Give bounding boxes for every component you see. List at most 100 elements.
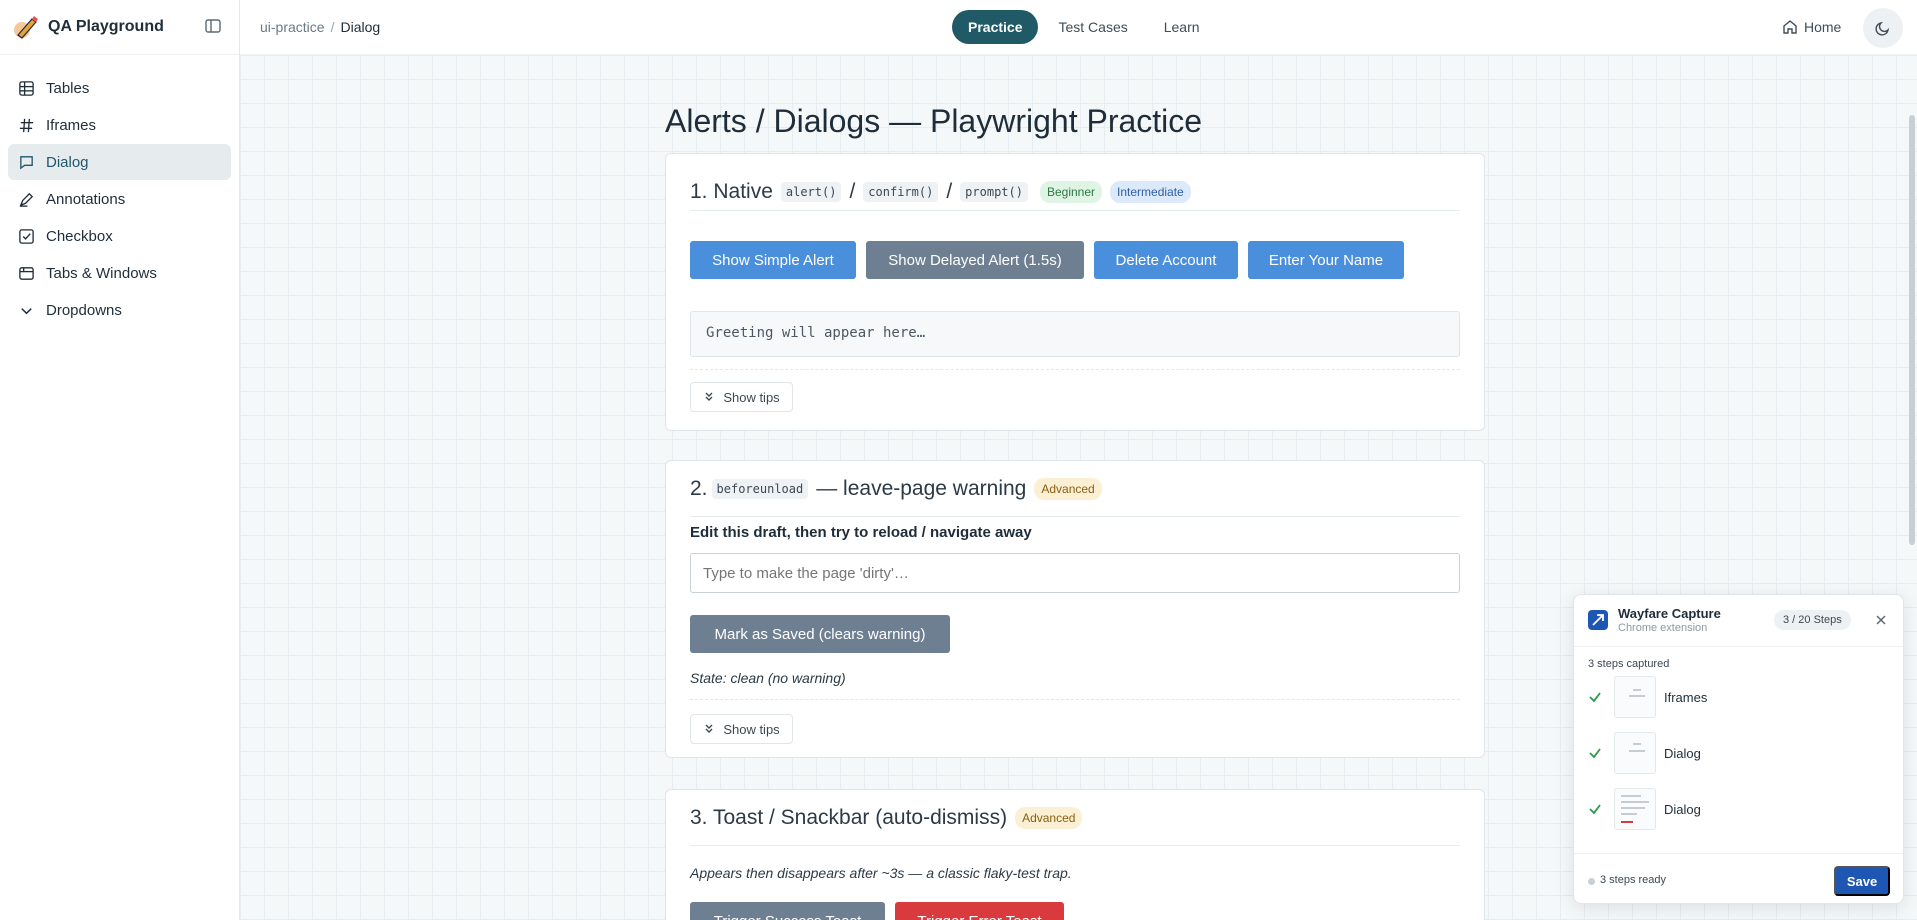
- greeting-output: Greeting will appear here…: [690, 311, 1460, 357]
- checkbox-icon: [19, 228, 34, 244]
- state-text: State: clean (no warning): [690, 670, 846, 686]
- badge-intermediate: Intermediate: [1110, 181, 1191, 203]
- top-bar: ui-practice / Dialog Practice Test Cases L…: [240, 0, 1917, 55]
- step-thumbnail: [1614, 676, 1656, 718]
- step-count-badge: 3 / 20 Steps: [1774, 610, 1851, 630]
- draft-input[interactable]: [690, 553, 1460, 593]
- captured-step[interactable]: Dialog: [1588, 731, 1888, 775]
- captured-step[interactable]: Dialog: [1588, 787, 1888, 831]
- sidebar-item-label: Tabs & Windows: [46, 264, 157, 282]
- chevrons-down-icon: [705, 724, 713, 733]
- page-scrollbar[interactable]: [1909, 115, 1915, 545]
- page-title: Alerts / Dialogs — Playwright Practice: [665, 103, 1203, 139]
- mark-as-saved-button[interactable]: Mark as Saved (clears warning): [690, 615, 950, 653]
- sidebar-item-tabs-windows[interactable]: Tabs & Windows: [8, 255, 231, 291]
- slash-separator: /: [946, 180, 953, 203]
- extension-logo-icon: [1588, 610, 1608, 630]
- browser-window-icon: [19, 266, 34, 280]
- table-icon: [19, 80, 34, 96]
- section-heading: 3. Toast / Snackbar (auto-dismiss) Advan…: [690, 790, 1460, 846]
- code-alert: alert(): [780, 182, 842, 202]
- top-nav-tabs: Practice Test Cases Learn: [952, 10, 1220, 44]
- trigger-success-toast-button[interactable]: Trigger Success Toast: [690, 902, 885, 920]
- draft-field-label: Edit this draft, then try to reload / na…: [690, 524, 1032, 541]
- extension-subtitle: Chrome extension: [1618, 622, 1708, 634]
- sidebar-nav: Tables Iframes Dialog Annotations Checkb…: [0, 55, 239, 328]
- sidebar-item-label: Iframes: [46, 116, 97, 134]
- extension-footer: 3 steps ready Save: [1574, 853, 1903, 903]
- tab-learn[interactable]: Learn: [1148, 10, 1216, 44]
- toast-description: Appears then disappears after ~3s — a cl…: [690, 865, 1072, 881]
- show-tips-button[interactable]: Show tips: [690, 382, 793, 412]
- sidebar-item-label: Dropdowns: [46, 301, 122, 319]
- step-thumbnail: [1614, 788, 1656, 830]
- home-icon: [1783, 20, 1797, 34]
- sidebar-item-label: Annotations: [46, 190, 126, 208]
- moon-icon: [1875, 21, 1890, 36]
- sidebar-item-label: Dialog: [46, 153, 89, 171]
- divider: [690, 699, 1460, 700]
- code-beforeunload: beforeunload: [711, 478, 809, 499]
- show-simple-alert-button[interactable]: Show Simple Alert: [690, 241, 856, 279]
- section-number: 2.: [690, 476, 708, 500]
- section-number: 1. Native: [690, 180, 773, 203]
- slash-separator: /: [849, 180, 856, 203]
- code-confirm: confirm(): [863, 182, 939, 202]
- sidebar-item-label: Checkbox: [46, 227, 113, 245]
- step-label: Dialog: [1664, 745, 1701, 761]
- section-beforeunload: 2. beforeunload — leave-page warning Adv…: [665, 460, 1485, 758]
- app-name: QA Playground: [48, 18, 164, 35]
- check-icon: [1589, 692, 1601, 703]
- code-prompt: prompt(): [960, 182, 1028, 202]
- section-toast: 3. Toast / Snackbar (auto-dismiss) Advan…: [665, 789, 1485, 920]
- divider: [690, 369, 1460, 370]
- section-heading: 1. Native alert() / confirm() / prompt()…: [690, 154, 1460, 211]
- ready-status: 3 steps ready: [1600, 874, 1667, 886]
- sidebar-item-iframes[interactable]: Iframes: [8, 107, 231, 143]
- section-heading: 2. beforeunload — leave-page warning Adv…: [690, 461, 1460, 517]
- breadcrumb: ui-practice / Dialog: [260, 19, 380, 35]
- captured-step[interactable]: Iframes: [1588, 675, 1888, 719]
- breadcrumb-current: Dialog: [340, 19, 381, 35]
- save-button[interactable]: Save: [1834, 866, 1890, 896]
- home-link[interactable]: Home: [1782, 19, 1841, 35]
- breadcrumb-separator: /: [330, 19, 335, 35]
- badge-beginner: Beginner: [1039, 181, 1103, 203]
- sidebar-item-dropdowns[interactable]: Dropdowns: [8, 292, 231, 328]
- sidebar-item-label: Tables: [46, 79, 90, 97]
- step-thumbnail: [1614, 732, 1656, 774]
- badge-advanced: Advanced: [1034, 477, 1102, 500]
- hash-icon: [19, 118, 34, 132]
- delete-account-button[interactable]: Delete Account: [1094, 241, 1238, 279]
- arrow-logo-icon: [1592, 614, 1604, 626]
- step-label: Iframes: [1664, 689, 1708, 705]
- message-square-icon: [20, 155, 33, 169]
- sidebar-item-tables[interactable]: Tables: [8, 70, 231, 106]
- pen-icon: [19, 192, 34, 207]
- sidebar-item-dialog[interactable]: Dialog: [8, 144, 231, 180]
- theme-toggle-button[interactable]: [1863, 8, 1903, 48]
- sidebar-toggle-icon[interactable]: [204, 17, 222, 35]
- breadcrumb-root[interactable]: ui-practice: [260, 19, 325, 35]
- pencil-logo-icon: [14, 16, 38, 39]
- section-native-dialogs: 1. Native alert() / confirm() / prompt()…: [665, 153, 1485, 431]
- close-icon[interactable]: [1874, 613, 1888, 627]
- tab-practice[interactable]: Practice: [952, 10, 1039, 44]
- badge-advanced: Advanced: [1015, 806, 1083, 829]
- step-label: Dialog: [1664, 801, 1701, 817]
- extension-header: Wayfare Capture Chrome extension 3 / 20 …: [1574, 595, 1903, 647]
- sidebar-item-checkbox[interactable]: Checkbox: [8, 218, 231, 254]
- trigger-error-toast-button[interactable]: Trigger Error Toast: [895, 902, 1064, 920]
- section-title: 3. Toast / Snackbar (auto-dismiss): [690, 805, 1008, 829]
- check-icon: [1589, 748, 1601, 759]
- enter-your-name-button[interactable]: Enter Your Name: [1248, 241, 1404, 279]
- sidebar-item-annotations[interactable]: Annotations: [8, 181, 231, 217]
- tab-test-cases[interactable]: Test Cases: [1042, 10, 1143, 44]
- extension-title: Wayfare Capture: [1618, 606, 1721, 621]
- show-tips-button[interactable]: Show tips: [690, 714, 793, 744]
- show-tips-label: Show tips: [723, 389, 780, 405]
- show-delayed-alert-button[interactable]: Show Delayed Alert (1.5s): [866, 241, 1084, 279]
- sidebar: QA Playground Tables Iframes Dialog Anno…: [0, 0, 240, 920]
- chevrons-down-icon: [705, 392, 713, 401]
- chevron-down-icon: [21, 307, 32, 314]
